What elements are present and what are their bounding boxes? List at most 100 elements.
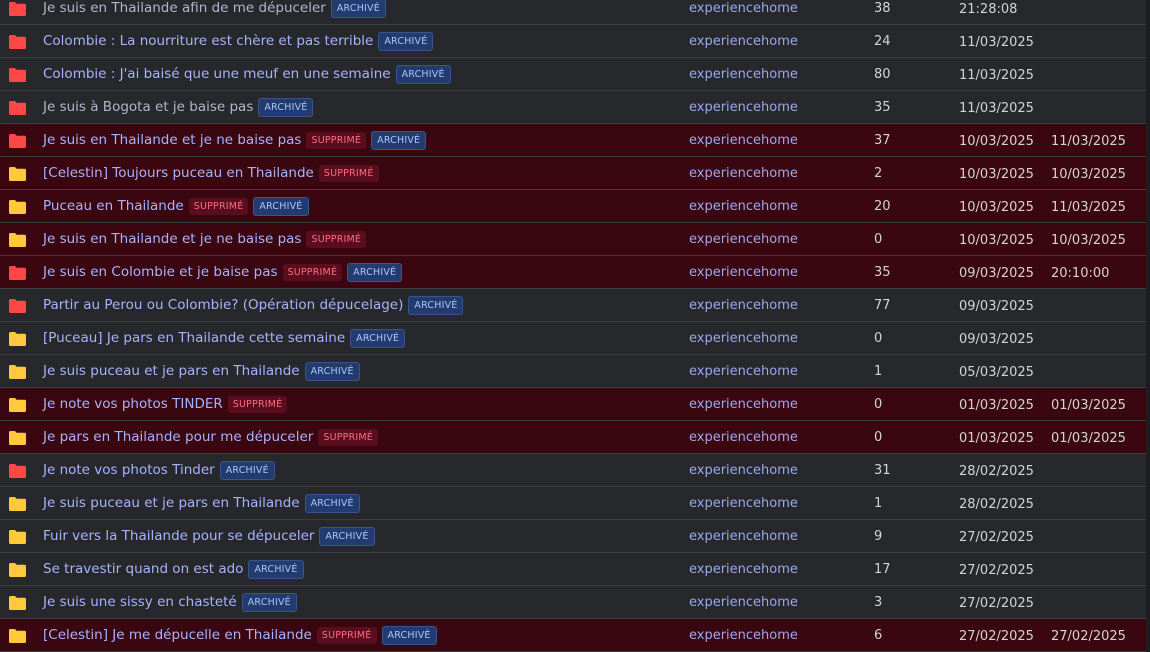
topic-title-link[interactable]: Colombie : J'ai baisé que une meuf en un…: [43, 66, 391, 82]
topic-title-link[interactable]: [Celestin] Je me dépucelle en Thailande: [43, 627, 312, 643]
topic-title-link[interactable]: Fuir vers la Thailande pour se dépuceler: [43, 528, 314, 544]
topic-title-link[interactable]: Partir au Perou ou Colombie? (Opération …: [43, 297, 403, 313]
folder-yellow-icon: [9, 497, 26, 511]
deletion-date: 11/03/2025: [1051, 200, 1126, 215]
deletion-date: 01/03/2025: [1051, 431, 1126, 446]
topic-author-link[interactable]: experiencehome: [689, 100, 798, 115]
reply-count: 37: [874, 133, 891, 148]
topic-date: 09/03/2025: [959, 332, 1034, 347]
deletion-date: 10/03/2025: [1051, 233, 1126, 248]
topic-author-link[interactable]: experiencehome: [689, 562, 798, 577]
topic-row: Partir au Perou ou Colombie? (Opération …: [0, 289, 1146, 322]
topic-row: Je suis en Thailande et je ne baise pas S…: [0, 124, 1146, 157]
topic-author-link[interactable]: experiencehome: [689, 133, 798, 148]
topic-title-link[interactable]: Colombie : La nourriture est chère et pa…: [43, 33, 373, 49]
folder-yellow-icon: [9, 398, 26, 412]
topic-date: 11/03/2025: [959, 68, 1034, 83]
topic-title-link[interactable]: [Puceau] Je pars en Thailande cette sema…: [43, 330, 345, 346]
deleted-badge: SUPPRIMÉ: [282, 263, 343, 281]
folder-red-icon: [9, 68, 26, 82]
topic-author-link[interactable]: experiencehome: [689, 595, 798, 610]
topic-row: [Celestin] Toujours puceau en Thailande S…: [0, 157, 1146, 190]
topic-author-link[interactable]: experiencehome: [689, 166, 798, 181]
archived-badge: ARCHIVÉ: [381, 625, 437, 645]
topic-title-link[interactable]: Puceau en Thailande: [43, 198, 184, 214]
folder-red-icon: [9, 299, 26, 313]
topic-author-link[interactable]: experiencehome: [689, 67, 798, 82]
archived-badge: ARCHIVÉ: [219, 460, 275, 480]
reply-count: 0: [874, 232, 883, 247]
deleted-badge: SUPPRIMÉ: [318, 428, 378, 446]
topic-date: 27/02/2025: [959, 629, 1034, 644]
topic-author-link[interactable]: experiencehome: [689, 496, 798, 511]
reply-count: 0: [874, 331, 883, 346]
topic-author-link[interactable]: experiencehome: [689, 364, 798, 379]
topic-row: Je suis en Thailande et je ne baise pas S…: [0, 223, 1146, 256]
folder-yellow-icon: [9, 167, 26, 181]
topic-author-link[interactable]: experiencehome: [689, 265, 798, 280]
topic-row: Je pars en Thailande pour me dépuceler SU…: [0, 421, 1146, 454]
topic-title-link[interactable]: Je note vos photos TINDER: [43, 396, 223, 412]
reply-count: 24: [874, 34, 891, 49]
reply-count: 38: [874, 1, 891, 16]
topic-date: 09/03/2025: [959, 299, 1034, 314]
topic-title-cell: [Celestin] Je me dépucelle en Thailande S…: [43, 619, 437, 651]
archived-badge: ARCHIVÉ: [371, 130, 427, 150]
topic-title-link[interactable]: Je suis en Thailande et je ne baise pas: [43, 132, 301, 148]
archived-badge: ARCHIVÉ: [395, 64, 451, 84]
folder-red-icon: [9, 134, 26, 148]
topic-author-link[interactable]: experiencehome: [689, 430, 798, 445]
archived-badge: ARCHIVÉ: [248, 559, 304, 579]
topic-row: Je note vos photos Tinder ARCHIVÉ experien…: [0, 454, 1146, 487]
folder-red-icon: [9, 101, 26, 115]
topic-row: Je suis en Colombie et je baise pas SUPPR…: [0, 256, 1146, 289]
topic-title-link[interactable]: Je suis puceau et je pars en Thailande: [43, 363, 300, 379]
topic-title-cell: Se travestir quand on est ado ARCHIVÉ: [43, 553, 304, 585]
topic-row: Je suis puceau et je pars en Thailande AR…: [0, 355, 1146, 388]
folder-red-icon: [9, 266, 26, 280]
topic-author-link[interactable]: experiencehome: [689, 232, 798, 247]
topic-title-link[interactable]: Je pars en Thailande pour me dépuceler: [43, 429, 313, 445]
deleted-badge: SUPPRIMÉ: [316, 626, 377, 644]
reply-count: 2: [874, 166, 883, 181]
topic-author-link[interactable]: experiencehome: [689, 331, 798, 346]
topic-title-link[interactable]: Je suis en Colombie et je baise pas: [43, 264, 278, 280]
topic-title-link[interactable]: Je suis une sissy en chasteté: [43, 594, 237, 610]
topic-author-link[interactable]: experiencehome: [689, 463, 798, 478]
topic-title-link[interactable]: [Celestin] Toujours puceau en Thailande: [43, 165, 314, 181]
folder-red-icon: [9, 464, 26, 478]
topic-title-link[interactable]: Je note vos photos Tinder: [43, 462, 215, 478]
topic-author-link[interactable]: experiencehome: [689, 628, 798, 643]
reply-count: 35: [874, 265, 891, 280]
topic-date: 28/02/2025: [959, 464, 1034, 479]
topic-title-cell: Fuir vers la Thailande pour se dépuceler…: [43, 520, 375, 552]
topic-date: 01/03/2025: [959, 398, 1034, 413]
topic-title-cell: Colombie : J'ai baisé que une meuf en un…: [43, 58, 451, 90]
topic-date: 01/03/2025: [959, 431, 1034, 446]
folder-red-icon: [9, 2, 26, 16]
topic-date: 11/03/2025: [959, 35, 1034, 50]
topic-date: 10/03/2025: [959, 200, 1034, 215]
deletion-date: 20:10:00: [1051, 266, 1110, 281]
topic-author-link[interactable]: experiencehome: [689, 397, 798, 412]
topic-author-link[interactable]: experiencehome: [689, 529, 798, 544]
topic-title-link[interactable]: Je suis puceau et je pars en Thailande: [43, 495, 300, 511]
folder-yellow-icon: [9, 332, 26, 346]
topic-title-cell: [Puceau] Je pars en Thailande cette sema…: [43, 322, 406, 354]
topic-title-link[interactable]: Se travestir quand on est ado: [43, 561, 243, 577]
topic-author-link[interactable]: experiencehome: [689, 34, 798, 49]
topic-title-link[interactable]: Je suis en Thailande et je ne baise pas: [43, 231, 301, 247]
reply-count: 0: [874, 397, 883, 412]
archived-badge: ARCHIVÉ: [258, 97, 314, 117]
archived-badge: ARCHIVÉ: [319, 526, 375, 546]
topic-author-link[interactable]: experiencehome: [689, 1, 798, 16]
topic-title-link[interactable]: Je suis à Bogota et je baise pas: [43, 99, 253, 115]
archived-badge: ARCHIVÉ: [350, 328, 406, 348]
reply-count: 20: [874, 199, 891, 214]
topic-author-link[interactable]: experiencehome: [689, 298, 798, 313]
archived-badge: ARCHIVÉ: [241, 592, 297, 612]
topic-title-cell: [Celestin] Toujours puceau en Thailande S…: [43, 157, 379, 189]
topic-title-link[interactable]: Je suis en Thailande afin de me dépucele…: [43, 0, 326, 16]
topic-author-link[interactable]: experiencehome: [689, 199, 798, 214]
deletion-date: 10/03/2025: [1051, 167, 1126, 182]
